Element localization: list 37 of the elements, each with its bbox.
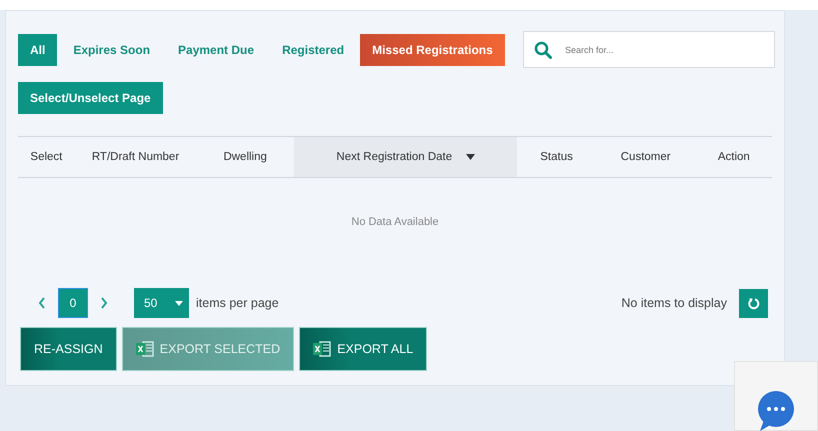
select-page-button[interactable]: Select/Unselect Page [18,82,163,114]
column-label: Select [30,151,62,163]
refresh-button[interactable] [739,288,768,318]
filter-tab[interactable]: Expires Soon [61,34,162,66]
chat-bubble-icon[interactable] [756,390,796,431]
column-header[interactable]: Action [696,137,772,177]
spreadsheet-icon [136,341,154,357]
sort-caret-icon [466,154,476,160]
column-header[interactable]: Next Registration Date [294,137,518,177]
action-button[interactable]: EXPORT ALL [299,327,428,371]
column-header[interactable]: RT/Draft Number [74,137,196,177]
column-label: Action [718,151,750,163]
column-label: RT/Draft Number [92,151,180,163]
empty-message: No Data Available [350,216,440,230]
search-field[interactable]: Search for... [523,31,775,68]
action-button[interactable]: RE-ASSIGN [20,327,117,371]
column-header[interactable]: Customer [596,137,696,177]
column-label: Dwelling [223,151,267,163]
filter-tab[interactable]: Payment Due [166,34,266,66]
column-header[interactable]: Dwelling [196,137,294,177]
refresh-icon [747,296,760,310]
previous-page-icon[interactable] [38,297,46,309]
dropdown-caret-icon [175,300,183,306]
column-header[interactable]: Status [517,137,596,177]
page-number[interactable]: 0 [58,288,88,318]
filter-tab[interactable]: All [18,34,58,66]
filter-tab[interactable]: Missed Registrations [360,34,505,66]
items-per-page-label: items per page [196,296,279,310]
column-header[interactable]: Select [18,137,75,177]
column-label: Next Registration Date [336,151,452,163]
pager-info: No items to display [621,296,727,310]
column-label: Status [540,151,573,163]
column-label: Customer [620,151,671,163]
page-size-dropdown[interactable]: 50 [134,288,189,318]
next-page-icon[interactable] [100,297,108,309]
spreadsheet-icon [313,341,332,357]
filter-tab[interactable]: Registered [270,34,356,66]
